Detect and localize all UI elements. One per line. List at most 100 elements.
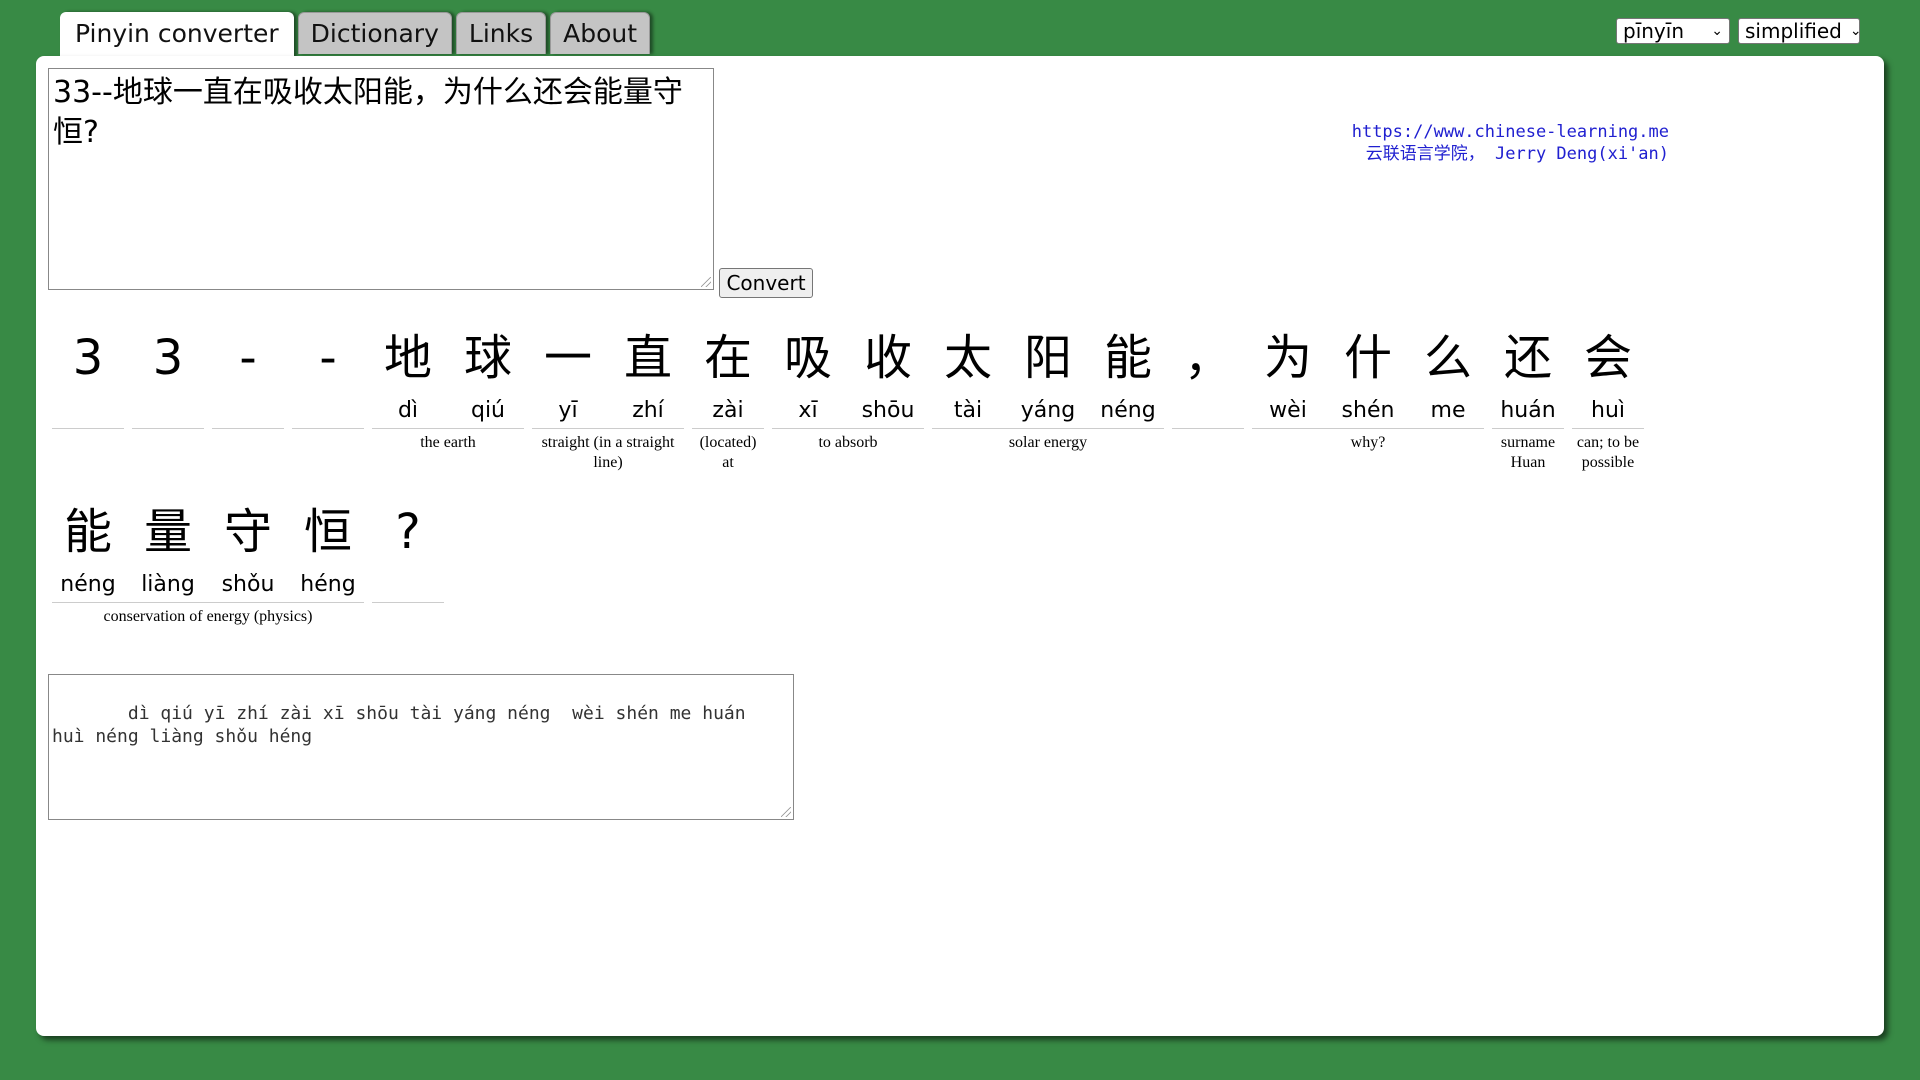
tab-dictionary[interactable]: Dictionary: [297, 12, 452, 54]
character-cell: 3: [132, 320, 204, 426]
word-group[interactable]: -: [292, 320, 364, 473]
hanzi-character: 什: [1343, 330, 1392, 386]
character-cell: -: [292, 320, 364, 426]
character-cell: 能 néng: [52, 494, 124, 600]
word-group[interactable]: 吸 xī 收 shōu to absorb: [772, 320, 924, 473]
word-characters: 一 yī 直 zhí: [532, 320, 684, 426]
word-definition: straight (in a straight line): [541, 434, 675, 471]
word-definition: conservation of energy (physics): [103, 608, 313, 625]
word-definition: can; to be possible: [1576, 434, 1640, 471]
hanzi-character: 一: [543, 330, 592, 386]
word-group[interactable]: 还 huán surname Huan: [1492, 320, 1564, 473]
character-cell: 量 liàng: [132, 494, 204, 600]
word-definition: why?: [1350, 434, 1386, 451]
hanzi-character: 太: [943, 330, 992, 386]
character-cell: 守 shǒu: [212, 494, 284, 600]
pinyin-syllable: yī: [558, 398, 578, 423]
hanzi-character: -: [239, 330, 257, 386]
character-cell: 地 dì: [372, 320, 444, 426]
word-definition: to absorb: [818, 434, 878, 451]
word-characters: 为 wèi 什 shén 么 me: [1252, 320, 1484, 426]
character-cell: 为 wèi: [1252, 320, 1324, 426]
word-definition: [292, 429, 364, 433]
character-cell: 会 huì: [1572, 320, 1644, 426]
pinyin-syllable: xī: [798, 398, 818, 423]
pinyin-syllable: yáng: [1020, 398, 1076, 423]
word-group[interactable]: 为 wèi 什 shén 么 me why?: [1252, 320, 1484, 473]
pinyin-syllable: liàng: [141, 572, 195, 597]
word-characters: 地 dì 球 qiú: [372, 320, 524, 426]
hanzi-character: 恒: [303, 504, 352, 560]
pinyin-output[interactable]: dì qiú yī zhí zài xī shōu tài yáng néng …: [48, 674, 794, 820]
word-group[interactable]: ，: [1172, 320, 1244, 473]
hanzi-character: 守: [223, 504, 272, 560]
author-credit: 云联语言学院， Jerry Deng(xi'an): [1365, 144, 1669, 164]
word-group[interactable]: 太 tài 阳 yáng 能 néng solar energy: [932, 320, 1164, 473]
word-characters: -: [292, 320, 364, 426]
hanzi-character: 在: [703, 330, 752, 386]
pinyin-syllable: shōu: [861, 398, 915, 423]
chinese-input[interactable]: 33--地球一直在吸收太阳能，为什么还会能量守恒?: [48, 68, 714, 290]
pinyin-syllable: [132, 396, 204, 426]
word-definition: surname Huan: [1500, 434, 1556, 471]
hanzi-character: -: [319, 330, 337, 386]
display-options: pīnyīn ⌄ simplified ⌄: [1616, 18, 1862, 44]
character-cell: 能 néng: [1092, 320, 1164, 426]
pinyin-syllable: [292, 396, 364, 426]
word-group[interactable]: 能 néng 量 liàng 守 shǒu 恒 héng conservation of ene…: [52, 494, 364, 627]
word-characters: 太 tài 阳 yáng 能 néng: [932, 320, 1164, 426]
site-link[interactable]: https://www.chinese-learning.me: [1269, 121, 1669, 143]
word-definition: the earth: [420, 434, 476, 451]
convert-button[interactable]: Convert: [719, 268, 813, 298]
word-definition: (located) at: [699, 434, 757, 471]
hanzi-character: 量: [143, 504, 192, 560]
word-group[interactable]: 3: [132, 320, 204, 473]
word-group[interactable]: 一 yī 直 zhí straight (in a straight line): [532, 320, 684, 473]
tone-mode-value: pīnyīn: [1623, 19, 1684, 43]
word-definition: [132, 429, 204, 433]
word-group[interactable]: 会 huì can; to be possible: [1572, 320, 1644, 473]
annotation-row-2: 能 néng 量 liàng 守 shǒu 恒 héng conservation of ene…: [52, 494, 444, 627]
tone-mode-select[interactable]: pīnyīn ⌄: [1616, 18, 1730, 44]
character-cell: 阳 yáng: [1012, 320, 1084, 426]
character-cell: 收 shōu: [852, 320, 924, 426]
hanzi-character: 球: [463, 330, 512, 386]
word-group[interactable]: -: [212, 320, 284, 473]
tab-pinyin-converter[interactable]: Pinyin converter: [60, 12, 294, 58]
word-definition: solar energy: [1008, 434, 1088, 451]
word-characters: 还 huán: [1492, 320, 1564, 426]
word-definition: [372, 603, 444, 607]
resize-handle-icon[interactable]: [701, 277, 711, 287]
pinyin-syllable: [52, 396, 124, 426]
word-group[interactable]: ?: [372, 494, 444, 627]
hanzi-character: 3: [72, 330, 104, 386]
character-cell: 什 shén: [1332, 320, 1404, 426]
tab-about[interactable]: About: [550, 12, 651, 54]
script-value: simplified: [1745, 19, 1842, 43]
pinyin-syllable: néng: [60, 572, 116, 597]
character-cell: 3: [52, 320, 124, 426]
chevron-down-icon: ⌄: [1849, 23, 1862, 39]
word-group[interactable]: 地 dì 球 qiú the earth: [372, 320, 524, 473]
word-definition: [52, 429, 124, 433]
character-cell: 还 huán: [1492, 320, 1564, 426]
tab-bar: Pinyin converter Dictionary Links About: [60, 12, 651, 58]
pinyin-syllable: qiú: [470, 398, 506, 423]
pinyin-syllable: [212, 396, 284, 426]
word-group[interactable]: 3: [52, 320, 124, 473]
script-select[interactable]: simplified ⌄: [1738, 18, 1862, 44]
resize-handle-icon[interactable]: [781, 807, 791, 817]
hanzi-character: 么: [1423, 330, 1472, 386]
tab-links[interactable]: Links: [455, 12, 547, 54]
word-group[interactable]: 在 zài (located) at: [692, 320, 764, 473]
pinyin-output-text: dì qiú yī zhí zài xī shōu tài yáng néng …: [52, 703, 746, 747]
hanzi-character: 能: [63, 504, 112, 560]
hanzi-character: 收: [863, 330, 912, 386]
character-cell: 太 tài: [932, 320, 1004, 426]
pinyin-syllable: huì: [1591, 398, 1625, 423]
pinyin-syllable: néng: [1100, 398, 1156, 423]
character-cell: 么 me: [1412, 320, 1484, 426]
character-cell: ?: [372, 494, 444, 600]
character-cell: ，: [1172, 320, 1244, 426]
pinyin-syllable: me: [1430, 398, 1466, 423]
